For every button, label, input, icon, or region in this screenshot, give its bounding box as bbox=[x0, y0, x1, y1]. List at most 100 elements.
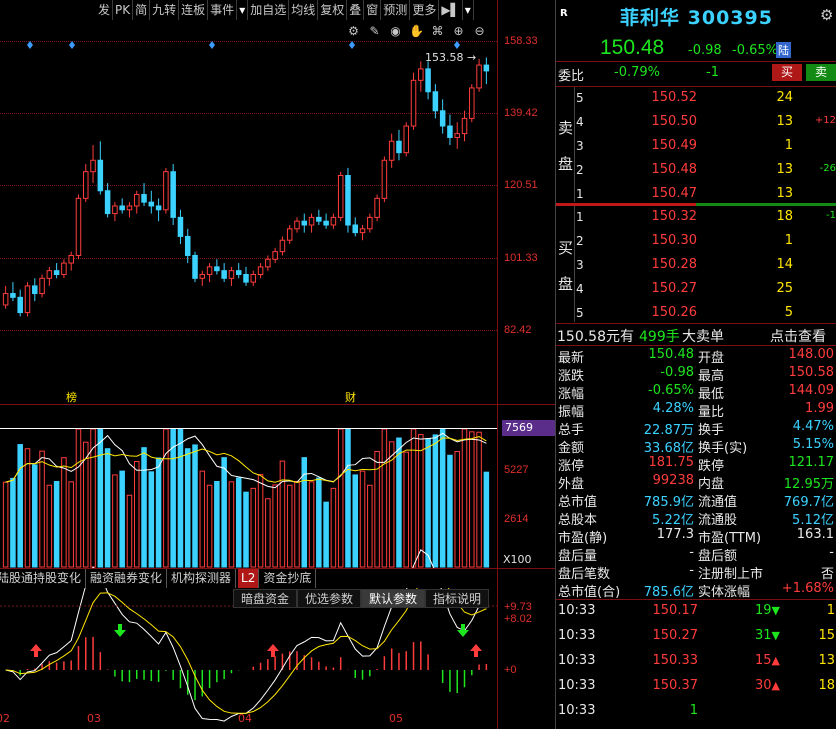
price-axis-label: 101.33 bbox=[504, 252, 538, 264]
default-params-button[interactable]: 默认参数 bbox=[361, 589, 426, 608]
stat-value: 150.48 bbox=[648, 347, 695, 362]
stat-key: 最低 bbox=[698, 387, 725, 402]
dark-fund-button[interactable]: 暗盘资金 bbox=[233, 589, 298, 608]
stat-key: 总市值(合) bbox=[558, 585, 621, 600]
stat-row: 总股本 5.22亿 流通股 5.12亿 bbox=[556, 509, 836, 528]
kline-svg[interactable] bbox=[0, 0, 497, 729]
volume-bar bbox=[2, 481, 9, 568]
indicator-help-button[interactable]: 指标说明 bbox=[425, 589, 490, 608]
price-axis-label: 158.33 bbox=[504, 35, 538, 47]
volume-bar bbox=[316, 477, 322, 568]
buy-button[interactable]: 买 bbox=[772, 64, 802, 81]
stat-value: 121.17 bbox=[788, 455, 835, 470]
asks-row[interactable]: 4 150.50 13 +12 bbox=[556, 111, 836, 135]
bids-level: 4 bbox=[576, 282, 584, 296]
tick-count: 15 bbox=[818, 628, 835, 643]
optimize-params-button[interactable]: 优选参数 bbox=[297, 589, 362, 608]
tick-volume: 15▲ bbox=[740, 653, 780, 668]
candle-body bbox=[316, 216, 322, 222]
marker-cai[interactable]: 财 bbox=[345, 389, 356, 405]
volume-bar bbox=[279, 460, 286, 568]
up-arrow-icon: ▲ bbox=[771, 679, 780, 692]
tab-l2-badge[interactable]: L2 bbox=[238, 569, 260, 588]
bids-row[interactable]: 2 150.30 1 bbox=[556, 230, 836, 254]
volume-unit: X100 bbox=[503, 553, 532, 566]
down-arrow-icon: ▼ bbox=[771, 629, 780, 642]
stock-title[interactable]: 菲利华 300395 bbox=[620, 3, 773, 30]
candle-body bbox=[243, 273, 249, 283]
stat-value: -0.98 bbox=[660, 365, 694, 380]
candle-body bbox=[265, 258, 271, 268]
candle-body bbox=[381, 159, 388, 199]
candle-body bbox=[345, 175, 351, 226]
stat-row: 总市值 785.9亿 流通值 769.7亿 bbox=[556, 491, 836, 510]
candle-body bbox=[148, 201, 155, 207]
tick-volume: 30▲ bbox=[740, 678, 780, 693]
marker-bang[interactable]: 榜 bbox=[66, 389, 77, 405]
volume-bar bbox=[199, 470, 206, 568]
up-arrow-icon: ▲ bbox=[771, 654, 780, 667]
volume-bar bbox=[148, 471, 155, 568]
asks-row[interactable]: 3 150.49 1 bbox=[556, 135, 836, 159]
candle-body bbox=[104, 190, 111, 215]
asks-level: 4 bbox=[576, 115, 584, 129]
asks-change: -26 bbox=[819, 163, 836, 174]
candle-body bbox=[235, 270, 242, 275]
candle-body bbox=[2, 293, 9, 306]
settings-gear-icon[interactable]: ⚙ bbox=[820, 6, 833, 24]
asks-level: 1 bbox=[576, 187, 584, 201]
tick-count: 1 bbox=[826, 603, 835, 618]
down-arrow-icon: ▼ bbox=[771, 604, 780, 617]
tab-institution-detector[interactable]: 机构探测器 bbox=[167, 569, 237, 588]
asks-level: 3 bbox=[576, 139, 584, 153]
tab-bottom-fishing[interactable]: 资金抄底 bbox=[259, 569, 317, 588]
bids-price: 150.27 bbox=[651, 281, 698, 296]
volume-bar bbox=[119, 470, 125, 568]
stat-key: 涨幅 bbox=[558, 387, 585, 402]
asks-volume: 13 bbox=[776, 162, 793, 177]
tick-price: 1 bbox=[689, 703, 698, 718]
asks-row[interactable]: 2 150.48 13 -26 bbox=[556, 159, 836, 183]
stat-value: 785.9亿 bbox=[643, 495, 694, 510]
bids-row[interactable]: 4 150.27 25 bbox=[556, 278, 836, 302]
tick-time: 10:33 bbox=[558, 703, 596, 718]
asks-volume: 24 bbox=[776, 90, 793, 105]
candle-body bbox=[272, 251, 278, 260]
bids-level: 5 bbox=[576, 306, 584, 320]
asks-change: +12 bbox=[814, 115, 836, 126]
tab-hk-holdings[interactable]: 陆股通持股变化 bbox=[0, 569, 87, 588]
volume-bar bbox=[286, 484, 293, 568]
volume-bar bbox=[24, 448, 31, 568]
date-label: 03 bbox=[87, 712, 101, 725]
candle-body bbox=[155, 205, 162, 211]
candle-body bbox=[24, 285, 31, 314]
asks-row[interactable]: 5 150.52 24 bbox=[556, 87, 836, 111]
stat-key: 总股本 bbox=[558, 513, 598, 528]
tick-volume: 19▼ bbox=[740, 603, 780, 618]
stat-key: 流通值 bbox=[698, 495, 738, 510]
candle-body bbox=[418, 68, 424, 81]
candle-body bbox=[279, 239, 286, 253]
stat-value: 5.15% bbox=[792, 437, 834, 452]
stat-value: 99238 bbox=[652, 473, 694, 488]
stat-value: 33.68亿 bbox=[643, 441, 694, 456]
divider bbox=[556, 599, 836, 600]
tick-volume-value: 31 bbox=[754, 628, 772, 643]
sell-button[interactable]: 卖 bbox=[806, 64, 836, 81]
volume-bar bbox=[294, 480, 300, 568]
asks-price: 150.50 bbox=[651, 114, 698, 129]
stat-key: 市盈(静) bbox=[558, 531, 608, 546]
candle-body bbox=[396, 140, 402, 154]
candle-body bbox=[432, 91, 439, 112]
candle-body bbox=[17, 296, 23, 314]
stat-value: 否 bbox=[820, 567, 834, 582]
tick-row: 10:33 150.37 30▲ 18 bbox=[556, 678, 836, 702]
stat-key: 涨停 bbox=[558, 459, 585, 474]
view-big-order-link[interactable]: 点击查看 bbox=[770, 326, 826, 346]
volume-bar bbox=[192, 444, 198, 568]
date-label: 02 bbox=[0, 712, 10, 725]
bids-row[interactable]: 3 150.28 14 bbox=[556, 254, 836, 278]
tab-margin-trading[interactable]: 融资融券变化 bbox=[86, 569, 168, 588]
bids-row[interactable]: 1 150.32 18 -1 bbox=[556, 206, 836, 230]
kline-chart-area[interactable]: 发 PK 简九转 连板 事件 ▾ 加自选 均线 复权叠窗预测 更多 ▶▌ ▾ ⚙ ✎ ◉ ✋ ⌘ ⊕ ⊖ 158.… bbox=[0, 0, 555, 729]
